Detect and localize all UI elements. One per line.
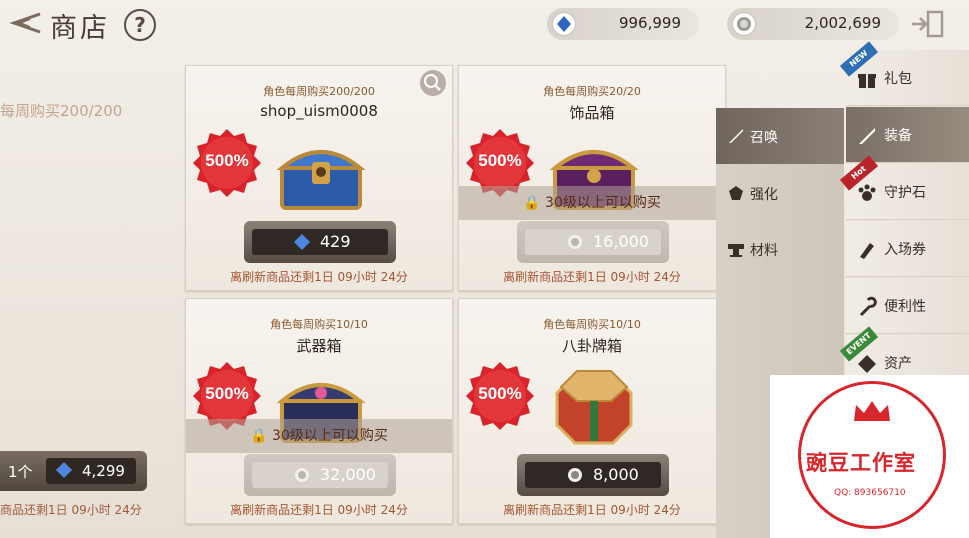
blue-chest-icon [276, 150, 366, 210]
item-name: 八卦牌箱 [561, 337, 622, 355]
partial-card-count: 1个 [8, 463, 33, 481]
item-price: 16,000 [593, 232, 649, 251]
lock-text: 30级以上可以购买 [545, 195, 661, 211]
shop-item-card[interactable]: 角色每周购买20/20 饰品箱 500% 🔒 30级以上可以购买 16,000 … [458, 65, 726, 291]
purchase-limit: 角色每周购买10/10 [270, 318, 368, 331]
item-name: 饰品箱 [569, 104, 615, 122]
page-title: 商店 [50, 13, 110, 44]
subtab-summon[interactable]: 召唤 [716, 108, 844, 164]
tab-guardian-stone[interactable]: Hot 守护石 [839, 155, 969, 220]
buy-button[interactable]: 32,000 [244, 454, 396, 496]
blue-gem-icon [294, 234, 310, 250]
back-arrow-icon[interactable] [6, 10, 42, 36]
blue-gem-icon [553, 13, 575, 35]
shop-item-card[interactable]: 角色每周购买10/10 武器箱 500% 🔒 30级以上可以购买 32,000 … [185, 298, 453, 524]
stone-icon [729, 186, 743, 200]
exit-icon[interactable] [910, 10, 944, 38]
shop-item-card[interactable]: 角色每周购买10/10 八卦牌箱 500% 8,000 离刷新商品还剩1日 09… [458, 298, 726, 524]
tab-equipment[interactable]: 装备 [846, 107, 969, 163]
refresh-timer: 离刷新商品还剩1日 09小时 24分 [503, 270, 681, 284]
refresh-timer: 离刷新商品还剩1日 09小时 24分 [230, 270, 408, 284]
level-lock-banner: 🔒 30级以上可以购买 [459, 186, 725, 220]
subtab-label: 强化 [750, 187, 778, 203]
header: 商店 ? 996,999 2,002,699 [0, 0, 969, 50]
crown-icon [854, 401, 890, 421]
help-button[interactable]: ? [124, 9, 156, 41]
anvil-icon [728, 244, 744, 257]
buy-button[interactable]: 8,000 [517, 454, 669, 496]
partial-card-price-button[interactable]: 1个 4,299 [0, 451, 147, 491]
bagua-box-icon [555, 370, 633, 445]
tab-label: 礼包 [884, 71, 912, 87]
bonus-label: 500% [205, 151, 249, 170]
purchase-limit: 角色每周购买200/200 [263, 85, 375, 98]
partial-card-timer: 商品还剩1日 09小时 24分 [0, 503, 142, 517]
paw-icon [858, 184, 876, 201]
studio-watermark: 豌豆工作室 QQ: 893656710 [770, 375, 969, 538]
blue-gem-icon [56, 462, 72, 478]
tab-label: 装备 [884, 128, 912, 144]
tab-gift-pack[interactable]: NEW 礼包 [839, 41, 969, 106]
item-name: shop_uism0008 [260, 102, 378, 120]
tab-ticket[interactable]: 入场券 [846, 221, 969, 277]
lock-icon: 🔒 [250, 428, 268, 444]
watermark-qq: QQ: 893656710 [834, 488, 906, 498]
tab-label: 守护石 [884, 185, 926, 201]
lock-icon: 🔒 [523, 195, 541, 211]
tab-convenience[interactable]: 便利性 [846, 278, 969, 334]
silver-coin-icon [733, 13, 755, 35]
bonus-label: 500% [478, 384, 522, 403]
buy-button[interactable]: 429 [244, 221, 396, 263]
refresh-timer: 离刷新商品还剩1日 09小时 24分 [230, 503, 408, 517]
partial-card-limit: 每周购买200/200 [0, 102, 123, 120]
bonus-label: 500% [205, 384, 249, 403]
item-price: 8,000 [593, 465, 639, 484]
level-lock-banner: 🔒 30级以上可以购买 [186, 419, 452, 453]
subtab-enhance[interactable]: 强化 [716, 165, 844, 221]
diamond-icon [858, 355, 876, 373]
wrench-icon [859, 296, 877, 317]
bonus-label: 500% [478, 151, 522, 170]
subtab-label: 材料 [750, 243, 778, 259]
sword-icon [729, 129, 743, 143]
tab-label: 资产 [884, 356, 912, 372]
bonus-badge: 500% [192, 128, 262, 198]
coin-amount: 2,002,699 [804, 14, 881, 32]
silver-coin-icon [295, 468, 309, 482]
subtab-label: 召唤 [750, 130, 778, 146]
shop-item-card[interactable]: 角色每周购买200/200 shop_uism0008 500% 429 离刷新… [185, 65, 453, 291]
coin-currency-display[interactable]: 2,002,699 [727, 8, 899, 40]
buy-button[interactable]: 16,000 [517, 221, 669, 263]
purchase-limit: 角色每周购买20/20 [543, 85, 641, 98]
ticket-icon [860, 243, 874, 259]
silver-coin-icon [568, 235, 582, 249]
bonus-badge: 500% [465, 361, 535, 431]
purchase-limit: 角色每周购买10/10 [543, 318, 641, 331]
gem-currency-display[interactable]: 996,999 [547, 8, 699, 40]
item-name: 武器箱 [296, 337, 342, 355]
refresh-timer: 离刷新商品还剩1日 09小时 24分 [503, 503, 681, 517]
subtab-material[interactable]: 材料 [716, 221, 844, 277]
tab-label: 便利性 [884, 299, 926, 315]
item-price: 429 [320, 232, 351, 251]
lock-text: 30级以上可以购买 [272, 428, 388, 444]
gem-amount: 996,999 [618, 14, 681, 32]
sword-icon [859, 128, 875, 144]
watermark-text: 豌豆工作室 [806, 451, 916, 475]
silver-coin-icon [568, 468, 582, 482]
gift-icon [858, 74, 876, 88]
tab-label: 入场券 [884, 242, 926, 258]
partial-card-price: 4,299 [82, 462, 125, 480]
item-price: 32,000 [320, 465, 376, 484]
